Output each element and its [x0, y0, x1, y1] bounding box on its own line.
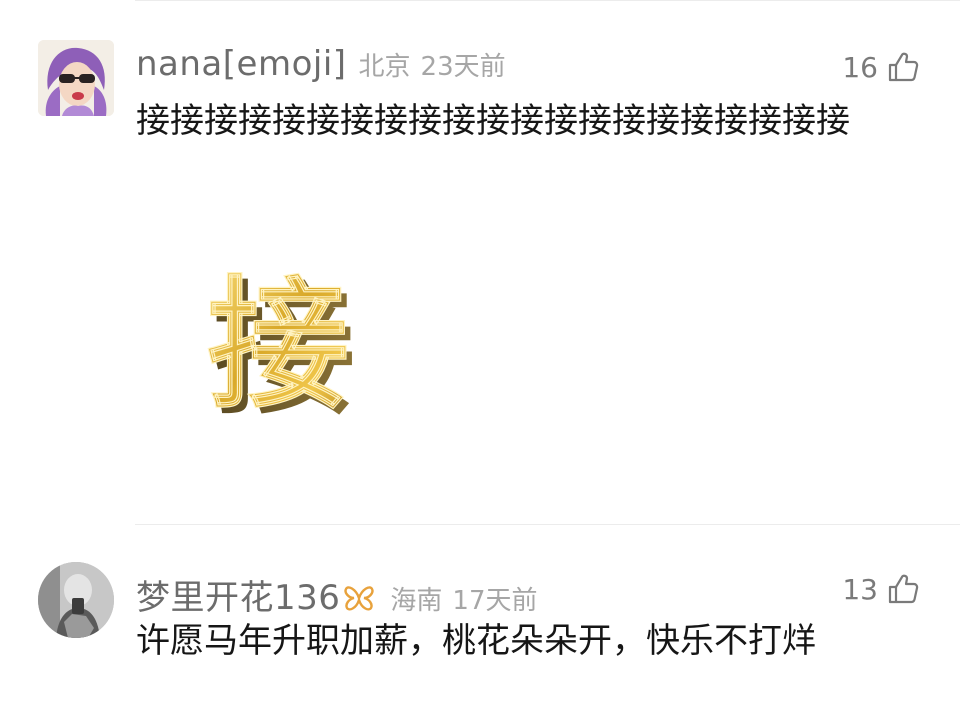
username[interactable]: nana[emoji]	[136, 44, 347, 84]
comment-divider	[135, 524, 960, 525]
top-divider	[135, 0, 960, 1]
like-button[interactable]: 16	[842, 50, 920, 84]
avatar[interactable]	[38, 562, 114, 638]
gold-character-sticker[interactable]: 接 接	[205, 262, 355, 434]
comment-text: 许愿马年升职加薪，桃花朵朵开，快乐不打烊	[136, 621, 816, 661]
comment-text: 接接接接接接接接接接接接接接接接接接接接接	[136, 101, 850, 141]
like-button[interactable]: 13	[842, 572, 920, 606]
thumbs-up-icon	[888, 52, 919, 82]
username[interactable]: 梦里开花136	[136, 570, 340, 619]
sticker-glyph: 接	[207, 263, 349, 422]
comment-list: nana[emoji] 北京 23天前 16 接接接接接接接接接接接接接接接接接…	[0, 0, 960, 716]
like-count: 16	[842, 50, 878, 84]
comment-header: 梦里开花136 海南 17天前	[136, 570, 538, 619]
location-label: 海南	[390, 586, 443, 616]
time-label: 17天前	[452, 586, 538, 616]
location-label: 北京	[358, 52, 411, 82]
comment-header: nana[emoji] 北京 23天前	[136, 44, 506, 84]
time-label: 23天前	[420, 52, 506, 82]
avatar[interactable]	[38, 40, 114, 116]
like-count: 13	[842, 572, 878, 606]
thumbs-up-icon	[888, 574, 919, 604]
butterfly-icon	[344, 586, 375, 611]
